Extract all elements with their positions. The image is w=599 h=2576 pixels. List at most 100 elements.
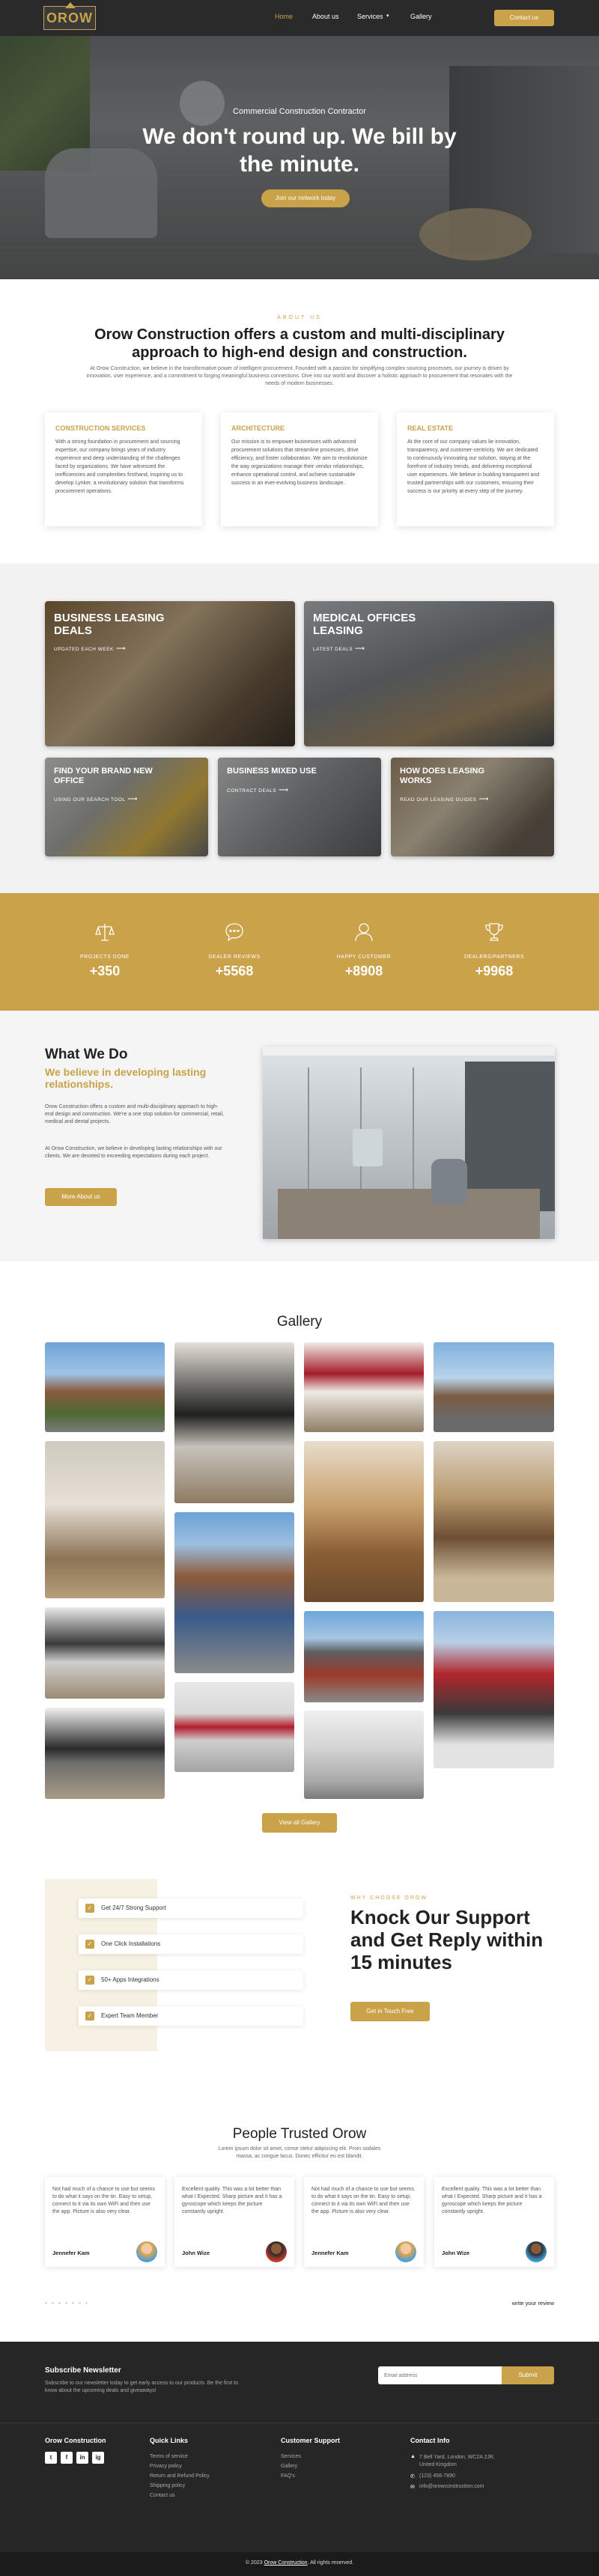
copyright-text: © 2023 Orow Construction. All rights res… <box>0 2560 599 2566</box>
avatar <box>136 2241 157 2262</box>
avatar <box>266 2241 287 2262</box>
contact-phone[interactable]: (123) 456-7890 <box>419 2473 455 2479</box>
copyright-link[interactable]: Orow Construction <box>264 2560 308 2566</box>
support-item: ✓ 50+ Apps Integrations <box>79 1970 303 1990</box>
stat-label: HAPPY CUSTOMER <box>336 954 392 960</box>
tile-mixed-use[interactable]: BUSINESS MIXED USE CONTRACT DEALS <box>218 758 381 856</box>
testimonial-name: John Wize <box>182 2250 210 2256</box>
gallery-photo[interactable] <box>45 1607 165 1699</box>
gallery-photo[interactable] <box>174 1342 294 1503</box>
linkedin-icon[interactable]: in <box>76 2452 88 2464</box>
location-icon: ▲ <box>410 2454 416 2459</box>
tile-link[interactable]: LATEST DEALS <box>313 645 365 653</box>
tile-find-office[interactable]: FIND YOUR BRAND NEW OFFICE USING OUR SEA… <box>45 758 208 856</box>
phone-icon: ✆ <box>410 2474 415 2479</box>
stat-value: +8908 <box>344 963 383 978</box>
card-title: REAL ESTATE <box>407 424 454 432</box>
tile-link[interactable]: USING OUR SEARCH TOOL <box>54 795 138 803</box>
tile-title: BUSINESS LEASING DEALS <box>54 612 165 637</box>
user-icon <box>355 923 373 942</box>
chevron-down-icon[interactable]: ▾ <box>386 13 389 19</box>
stat-label: DEALERS/PARTNERS <box>463 954 525 960</box>
get-in-touch-button[interactable]: Get in Touch Free <box>350 2002 430 2021</box>
avatar <box>395 2241 416 2262</box>
testimonial-text: Excellent quality. This was a lot better… <box>182 2187 282 2214</box>
gallery-photo[interactable] <box>434 1611 554 1768</box>
check-icon: ✓ <box>85 2012 94 2021</box>
gallery-photo[interactable] <box>45 1441 165 1598</box>
newsletter-submit-button[interactable]: Submit <box>502 2366 554 2384</box>
tile-link[interactable]: READ OUR LEASING GUIDES <box>400 795 489 803</box>
check-icon: ✓ <box>85 1976 94 1985</box>
twitter-icon[interactable]: t <box>45 2452 57 2464</box>
tile-medical-offices[interactable]: MEDICAL OFFICES LEASING LATEST DEALS <box>304 601 554 746</box>
quick-links-title: Quick Links <box>150 2437 189 2444</box>
hero-subtitle: Commercial Construction Contractor <box>233 107 366 116</box>
footer-link[interactable]: Return and Refund Policy <box>150 2473 210 2479</box>
copyright-bar: © 2023 Orow Construction. All rights res… <box>0 2552 599 2576</box>
nav-services[interactable]: Services <box>357 13 383 20</box>
tile-leasing-works[interactable]: HOW DOES LEASING WORKS READ OUR LEASING … <box>391 758 554 856</box>
gallery-photo[interactable] <box>304 1441 424 1602</box>
gallery-photo[interactable] <box>174 1682 294 1772</box>
footer-link[interactable]: Terms of service <box>150 2454 188 2459</box>
gallery-photo[interactable] <box>45 1342 165 1432</box>
gallery-photo[interactable] <box>434 1441 554 1602</box>
testimonial-card: Not had much of a chance to use but seem… <box>304 2177 424 2267</box>
testimonial-text: Not had much of a chance to use but seem… <box>52 2187 155 2214</box>
tile-link[interactable]: UPDATED EACH WEEK <box>54 645 126 653</box>
gallery-section: Gallery View all Gallery <box>0 1261 599 1879</box>
card-text: With a strong foundation in procurement … <box>55 439 184 494</box>
testimonial-name: Jennefer Kam <box>52 2250 90 2256</box>
footer-link[interactable]: Shipping policy <box>150 2483 185 2488</box>
gallery-photo[interactable] <box>174 1512 294 1673</box>
footer-brand: Orow Construction <box>45 2437 106 2444</box>
gallery-photo[interactable] <box>304 1711 424 1799</box>
newsletter-email-input[interactable] <box>378 2366 505 2384</box>
wwd-paragraph-1: Orow Construction offers a custom and mu… <box>45 1104 224 1124</box>
stat-value: +5568 <box>215 963 254 978</box>
gallery-title: Gallery <box>276 1314 323 1330</box>
support-item: ✓ One Click Installations <box>79 1934 303 1954</box>
nav-about[interactable]: About us <box>312 13 339 20</box>
card-title: ARCHITECTURE <box>231 424 285 432</box>
footer-link[interactable]: FAQ's <box>281 2473 295 2479</box>
wwd-paragraph-2: At Orow Construction, we believe in deve… <box>45 1146 222 1159</box>
testimonial-text: Not had much of a chance to use but seem… <box>311 2187 414 2214</box>
support-item-label: 50+ Apps Integrations <box>101 1976 159 1983</box>
view-gallery-button[interactable]: View all Gallery <box>262 1813 337 1833</box>
nav-gallery[interactable]: Gallery <box>410 13 432 20</box>
testimonial-card: Excellent quality. This was a lot better… <box>434 2177 554 2267</box>
contact-us-button[interactable]: Contact us <box>494 10 554 26</box>
stat-label: PROJECTS DONE <box>79 954 130 960</box>
check-icon: ✓ <box>85 1940 94 1949</box>
gallery-photo[interactable] <box>434 1342 554 1432</box>
card-text: At the core of our company values lie in… <box>407 439 540 494</box>
carousel-dots[interactable]: • • • • • • • <box>45 2300 89 2306</box>
check-icon: ✓ <box>85 1904 94 1913</box>
testimonials-section: People Trusted Orow Lorem ipsum dolor si… <box>0 2126 599 2342</box>
facebook-icon[interactable]: f <box>61 2452 73 2464</box>
contact-email[interactable]: info@orowconstruction.com <box>419 2484 484 2489</box>
support-section: ✓ Get 24/7 Strong Support ✓ One Click Inst… <box>0 1879 599 2126</box>
join-network-button[interactable]: Join our network today <box>261 189 350 207</box>
about-section: ABOUT US Orow Construction offers a cust… <box>0 279 599 564</box>
footer-link[interactable]: Services <box>281 2454 301 2459</box>
tile-link[interactable]: CONTRACT DEALS <box>227 786 289 794</box>
footer-link[interactable]: Gallery <box>281 2464 297 2469</box>
footer-link[interactable]: Privacy policy <box>150 2464 182 2469</box>
support-item: ✓ Expert Team Member <box>79 2006 303 2026</box>
instagram-icon[interactable]: ig <box>92 2452 104 2464</box>
gallery-photo[interactable] <box>304 1342 424 1432</box>
gallery-photo[interactable] <box>304 1611 424 1702</box>
newsletter-text: Subscribe to our newsletter today to get… <box>45 2381 238 2393</box>
footer-link[interactable]: Contact us <box>150 2493 174 2498</box>
brand-logo[interactable]: OROW <box>43 2 96 30</box>
more-about-button[interactable]: More About us <box>45 1188 117 1206</box>
write-review-link[interactable]: write your review <box>512 2300 554 2306</box>
gallery-photo[interactable] <box>45 1708 165 1799</box>
nav-home[interactable]: Home <box>275 13 293 20</box>
testimonial-card: Not had much of a chance to use but seem… <box>45 2177 165 2267</box>
tile-business-leasing[interactable]: BUSINESS LEASING DEALS UPDATED EACH WEEK <box>45 601 295 746</box>
newsletter-title: Subscribe Newsletter <box>45 2366 121 2375</box>
